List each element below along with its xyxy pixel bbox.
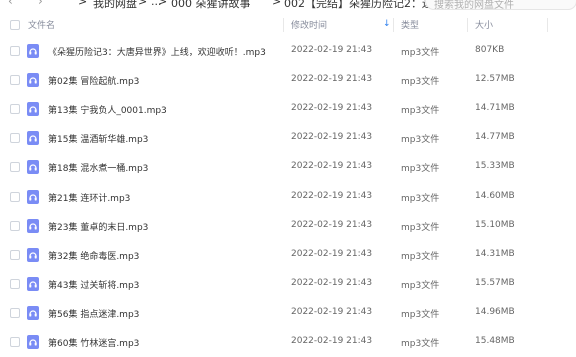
- row-checkbox[interactable]: [10, 191, 20, 202]
- file-name[interactable]: 第15集 温酒斩华雄.mp3: [48, 132, 148, 145]
- breadcrumb-separator: >: [138, 0, 148, 8]
- column-header-size[interactable]: 大小: [475, 18, 493, 31]
- file-type: mp3文件: [401, 106, 440, 117]
- file-row[interactable]: 第18集 混水煮一桶.mp3 2022-02-19 21:43 mp3文件 15.33…: [0, 153, 576, 182]
- audio-file-icon: [27, 218, 39, 233]
- file-name[interactable]: 《朵猩历险记3：大唐异世界》上线，欢迎收听！.mp3: [48, 45, 266, 58]
- file-name[interactable]: 第43集 过关斩将.mp3: [48, 278, 139, 291]
- file-name[interactable]: 第56集 指点迷津.mp3: [48, 307, 139, 320]
- file-list-header: 文件名 修改时间 ↓ 类型 大小: [0, 14, 576, 36]
- file-type: mp3文件: [401, 222, 440, 233]
- file-modified-time: 2022-02-19 21:43: [291, 248, 373, 259]
- file-size: 15.48MB: [475, 336, 515, 346]
- file-modified-time: 2022-02-19 21:43: [291, 336, 373, 346]
- file-row[interactable]: 第43集 过关斩将.mp3 2022-02-19 21:43 mp3文件 15.57M…: [0, 270, 576, 299]
- audio-file-icon: [27, 131, 39, 146]
- row-checkbox[interactable]: [10, 75, 20, 86]
- file-modified-time: 2022-02-19 21:43: [291, 190, 373, 201]
- select-all-checkbox[interactable]: [10, 20, 20, 30]
- back-icon[interactable]: ‹: [8, 0, 13, 8]
- file-modified-time: 2022-02-19 21:43: [291, 45, 373, 55]
- column-header-type[interactable]: 类型: [401, 18, 419, 31]
- row-checkbox[interactable]: [10, 337, 20, 347]
- file-row[interactable]: 第23集 董卓的末日.mp3 2022-02-19 21:43 mp3文件 15.10…: [0, 212, 576, 241]
- audio-file-icon: [27, 102, 39, 117]
- row-checkbox[interactable]: [10, 278, 20, 289]
- file-size: 14.96MB: [475, 306, 515, 317]
- file-name[interactable]: 第02集 冒险起航.mp3: [48, 74, 139, 87]
- file-row[interactable]: 第32集 绝命毒医.mp3 2022-02-19 21:43 mp3文件 14.31M…: [0, 241, 576, 270]
- forward-icon[interactable]: ›: [38, 0, 43, 8]
- file-size: 807KB: [475, 45, 505, 55]
- file-modified-time: 2022-02-19 21:43: [291, 74, 373, 85]
- search-placeholder: 搜索我的网盘文件: [434, 0, 514, 10]
- file-modified-time: 2022-02-19 21:43: [291, 219, 373, 230]
- file-name[interactable]: 第21集 连环计.mp3: [48, 191, 130, 204]
- breadcrumb-separator: >: [272, 0, 282, 8]
- row-checkbox[interactable]: [10, 104, 20, 115]
- column-divider[interactable]: [467, 18, 468, 32]
- file-row[interactable]: 第60集 竹林迷宫.mp3 2022-02-19 21:43 mp3文件 15.48M…: [0, 328, 576, 357]
- row-checkbox[interactable]: [10, 46, 20, 56]
- file-size: 14.71MB: [475, 103, 515, 114]
- file-type: mp3文件: [401, 339, 440, 349]
- file-row[interactable]: 第02集 冒险起航.mp3 2022-02-19 21:43 mp3文件 12.57M…: [0, 66, 576, 95]
- column-divider[interactable]: [283, 18, 284, 32]
- audio-file-icon: [27, 305, 39, 320]
- file-row[interactable]: 《朵猩历险记3：大唐异世界》上线，欢迎收听！.mp3 2022-02-19 21:…: [0, 37, 576, 66]
- breadcrumb-item-root[interactable]: 我的网盘: [93, 0, 137, 10]
- file-row[interactable]: 第56集 指点迷津.mp3 2022-02-19 21:43 mp3文件 14.96M…: [0, 299, 576, 328]
- file-name[interactable]: 第32集 绝命毒医.mp3: [48, 249, 139, 262]
- file-size: 14.31MB: [475, 248, 515, 259]
- file-modified-time: 2022-02-19 21:43: [291, 277, 373, 288]
- file-type: mp3文件: [401, 164, 440, 175]
- file-name[interactable]: 第13集 宁我负人_0001.mp3: [48, 103, 167, 116]
- audio-file-icon: [27, 189, 39, 204]
- column-divider[interactable]: [547, 18, 548, 32]
- audio-file-icon: [27, 44, 39, 58]
- file-type: mp3文件: [401, 251, 440, 262]
- column-header-time[interactable]: 修改时间: [291, 18, 327, 31]
- column-header-name[interactable]: 文件名: [28, 18, 55, 31]
- file-type: mp3文件: [401, 309, 440, 320]
- breadcrumb-separator: >: [158, 0, 168, 8]
- audio-file-icon: [27, 247, 39, 262]
- file-row[interactable]: 第13集 宁我负人_0001.mp3 2022-02-19 21:43 mp3文件 1…: [0, 95, 576, 124]
- top-bar: ‹ › > 我的网盘 > ... > 000 朵猩讲故事 > 002【完结】朵猩…: [0, 0, 576, 10]
- file-type: mp3文件: [401, 48, 440, 58]
- file-size: 15.57MB: [475, 277, 515, 288]
- file-modified-time: 2022-02-19 21:43: [291, 103, 373, 114]
- file-size: 15.10MB: [475, 219, 515, 230]
- file-modified-time: 2022-02-19 21:43: [291, 132, 373, 143]
- file-size: 15.33MB: [475, 161, 515, 172]
- file-type: mp3文件: [401, 77, 440, 88]
- row-checkbox[interactable]: [10, 133, 20, 144]
- file-modified-time: 2022-02-19 21:43: [291, 161, 373, 172]
- file-name[interactable]: 第60集 竹林迷宫.mp3: [48, 336, 139, 349]
- file-name[interactable]: 第18集 混水煮一桶.mp3: [48, 161, 148, 174]
- file-size: 12.57MB: [475, 74, 515, 85]
- file-type: mp3文件: [401, 135, 440, 146]
- file-size: 14.77MB: [475, 132, 515, 143]
- search-input[interactable]: 搜索我的网盘文件: [425, 0, 576, 10]
- file-name[interactable]: 第23集 董卓的末日.mp3: [48, 220, 148, 233]
- column-divider[interactable]: [393, 18, 394, 32]
- sort-down-arrow-icon[interactable]: ↓: [383, 19, 391, 29]
- file-row[interactable]: 第21集 连环计.mp3 2022-02-19 21:43 mp3文件 14.60MB: [0, 183, 576, 212]
- file-modified-time: 2022-02-19 21:43: [291, 306, 373, 317]
- row-checkbox[interactable]: [10, 249, 20, 260]
- breadcrumb-separator: >: [78, 0, 88, 8]
- audio-file-icon: [27, 160, 39, 175]
- audio-file-icon: [27, 335, 39, 349]
- file-type: mp3文件: [401, 280, 440, 291]
- audio-file-icon: [27, 73, 39, 88]
- file-type: mp3文件: [401, 193, 440, 204]
- row-checkbox[interactable]: [10, 162, 20, 173]
- row-checkbox[interactable]: [10, 220, 20, 231]
- audio-file-icon: [27, 276, 39, 291]
- breadcrumb-item-folder[interactable]: 000 朵猩讲故事: [171, 0, 251, 10]
- row-checkbox[interactable]: [10, 307, 20, 318]
- file-row[interactable]: 第15集 温酒斩华雄.mp3 2022-02-19 21:43 mp3文件 14.77…: [0, 124, 576, 153]
- file-size: 14.60MB: [475, 190, 515, 201]
